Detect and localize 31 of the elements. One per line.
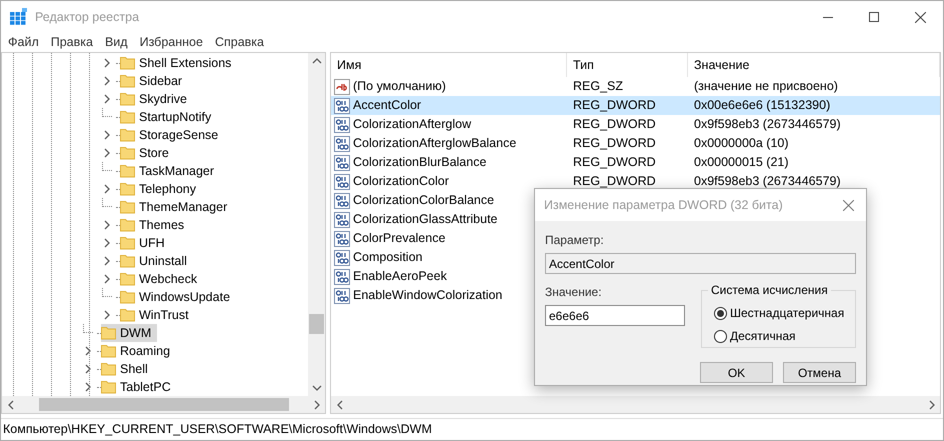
table-cell: REG_DWORD (573, 174, 656, 188)
table-cell-text: ColorizationColor (353, 173, 449, 190)
table-cell-text: ColorizationColorBalance (353, 192, 494, 210)
table-cell-text: Composition (353, 249, 422, 266)
table-cell: 0x00000015 (21) (694, 155, 789, 170)
field-label: Значение: (545, 284, 603, 301)
status-bar-path: Компьютер\HKEY_CURRENT_USER\SOFTWARE\Microsoft\Windows\DWM (2, 421, 433, 438)
table-cell: REG_DWORD (573, 117, 656, 132)
table-cell: 0x0000000a (10) (694, 136, 789, 150)
table-cell-text: ColorizationBlurBalance (353, 154, 486, 172)
dialog-title: Изменение параметра DWORD (32 бита) (544, 196, 783, 214)
table-cell: REG_DWORD (573, 136, 656, 150)
table-cell: REG_SZ (573, 79, 624, 94)
table-cell: REG_DWORD (573, 155, 656, 170)
group-title: Система исчисления (708, 283, 831, 297)
table-cell: REG_DWORD (573, 98, 656, 112)
table-cell: 0x9f598eb3 (2673446579) (694, 174, 841, 188)
table-cell-text: ColorizationAfterglow (353, 116, 472, 134)
parameter-field: AccentColor (545, 253, 856, 274)
field-label: Параметр: (545, 232, 605, 249)
table-cell-text: AccentColor (353, 97, 422, 114)
table-cell: 0x9f598eb3 (2673446579) (694, 117, 841, 132)
window-title: Редактор реестра (35, 8, 140, 26)
table-cell-text: (По умолчанию) (353, 78, 446, 96)
table-cell: 0x00e6e6e6 (15132390) (694, 98, 830, 112)
table-cell-text: ColorizationAfterglowBalance (353, 135, 516, 152)
table-cell: (значение не присвоено) (694, 79, 838, 94)
table-cell-text: EnableAeroPeek (353, 268, 447, 286)
table-cell-text: ColorizationGlassAttribute (353, 211, 498, 228)
table-cell-text: ColorPrevalence (353, 230, 446, 248)
table-cell-text: EnableWindowColorization (353, 287, 502, 304)
